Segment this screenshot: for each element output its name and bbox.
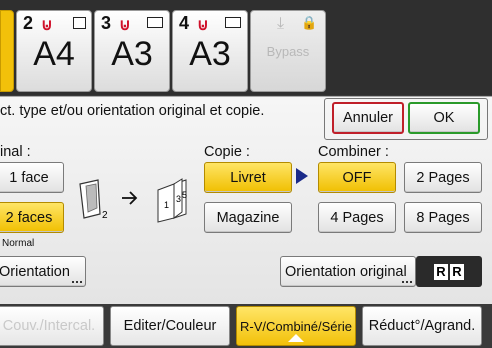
original-2-faces-button[interactable]: 2 faces (0, 202, 64, 233)
bypass-label: Bypass (266, 44, 310, 59)
original-doc-icon (79, 179, 101, 219)
combine-8-pages-button[interactable]: 8 Pages (404, 202, 482, 233)
tray-paper-size: A3 (189, 35, 231, 73)
booklet-page-5: 5 (182, 190, 187, 200)
copy-heading: Copie : (204, 144, 250, 160)
copy-magazine-button[interactable]: Magazine (204, 202, 292, 233)
action-button-frame (324, 98, 488, 140)
selection-arrow-icon (296, 168, 308, 184)
orientation-original-label: Orientation original (285, 263, 407, 280)
combine-off-button[interactable]: OFF (318, 162, 396, 193)
orientation-button[interactable]: Orientation (0, 256, 86, 287)
original-1-face-button[interactable]: 1 face (0, 162, 64, 193)
original-heading: inal : (0, 144, 31, 160)
arrow-icon (122, 191, 138, 205)
sheet-orientation-icon (147, 17, 163, 28)
tray-4-button[interactable]: 4 ⊍ A3 (172, 10, 248, 92)
bypass-tray-icon: ⤓ (277, 15, 285, 32)
combine-4-pages-button[interactable]: 4 Pages (318, 202, 396, 233)
instruction-message: ct. type et/ou orientation original et c… (0, 103, 265, 119)
selected-tab-indicator (288, 334, 304, 342)
orientation-r-icon: R (434, 263, 448, 280)
copy-booklet-button[interactable]: Livret (204, 162, 292, 193)
tray-selected-edge[interactable] (0, 10, 14, 92)
orientation-label: Orientation (0, 263, 70, 280)
sheet-orientation-icon (225, 17, 241, 28)
booklet-page-3: 3 (176, 194, 181, 204)
tab-reduce-enlarge[interactable]: Réduct°/Agrand. (362, 306, 482, 346)
tray-2-button[interactable]: 2 ⊍ A4 (16, 10, 92, 92)
orientation-original-button[interactable]: Orientation original (280, 256, 416, 287)
paper-tray-icon: ⊍ (197, 17, 209, 34)
tray-paper-size: A3 (111, 35, 153, 73)
more-options-icon (72, 281, 82, 283)
tray-number: 3 (101, 13, 112, 33)
orientation-indicator: R R (416, 256, 482, 287)
original-sub-label: Normal (2, 238, 35, 249)
original-sub-number: 2 (102, 210, 108, 221)
booklet-diagram: 2 1 3 5 (79, 178, 187, 223)
lock-icon: 🔒 (301, 15, 318, 30)
orientation-r-rotated-icon: R (450, 263, 464, 280)
paper-tray-icon: ⊍ (41, 17, 53, 34)
tray-paper-size: A4 (33, 35, 75, 73)
more-options-icon (402, 281, 412, 283)
booklet-pages-icon (157, 178, 187, 223)
tray-number: 2 (23, 13, 34, 33)
booklet-page-1: 1 (164, 200, 169, 210)
tab-cover-interleave[interactable]: Couv./Intercal. (0, 306, 104, 346)
combine-heading: Combiner : (318, 144, 389, 160)
combine-2-pages-button[interactable]: 2 Pages (404, 162, 482, 193)
paper-tray-icon: ⊍ (119, 17, 131, 34)
tray-3-button[interactable]: 3 ⊍ A3 (94, 10, 170, 92)
bypass-tray-button[interactable]: ⤓ 🔒 Bypass (250, 10, 326, 92)
sheet-orientation-icon (73, 17, 86, 29)
tab-edit-color[interactable]: Editer/Couleur (110, 306, 230, 346)
tray-number: 4 (179, 13, 190, 33)
